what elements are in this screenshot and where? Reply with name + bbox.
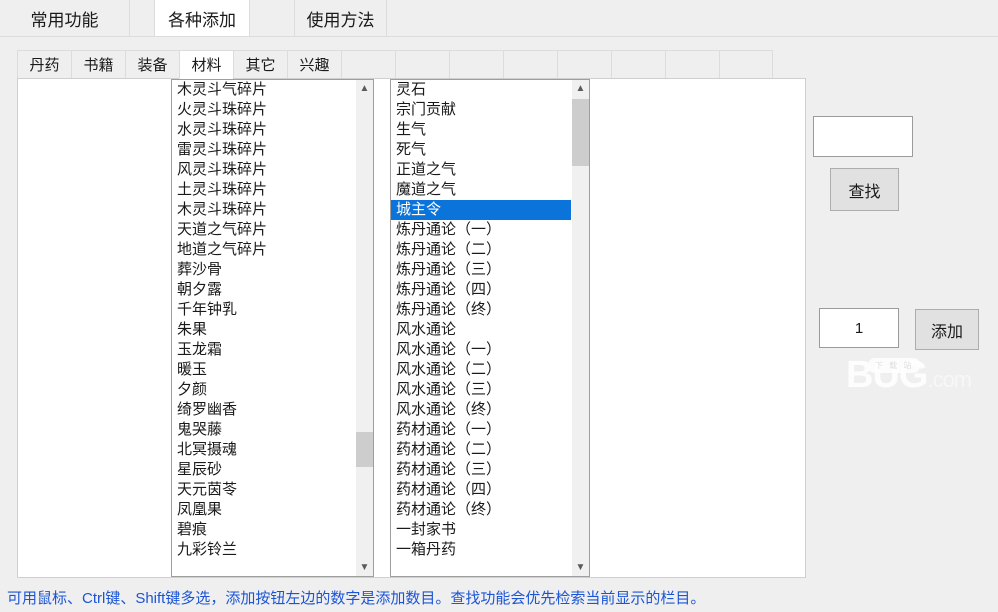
list-item[interactable]: 炼丹通论（四） <box>391 280 571 300</box>
sub-tab-1[interactable]: 书籍 <box>71 50 125 79</box>
sub-tab-spacer-11 <box>611 50 665 79</box>
list-item[interactable]: 一箱丹药 <box>391 540 571 560</box>
list-item[interactable]: 药材通论（终） <box>391 500 571 520</box>
sub-tab-3[interactable]: 材料 <box>179 50 233 79</box>
sub-tab-2[interactable]: 装备 <box>125 50 179 79</box>
sub-tab-spacer-6 <box>341 50 395 79</box>
sub-tab-spacer-8 <box>449 50 503 79</box>
sub-tab-5[interactable]: 兴趣 <box>287 50 341 79</box>
list-item[interactable]: 宗门贡献 <box>391 100 571 120</box>
sub-tab-0[interactable]: 丹药 <box>17 50 71 79</box>
list-item[interactable]: 风水通论（一） <box>391 340 571 360</box>
list-item[interactable]: 星辰砂 <box>172 460 355 480</box>
list-item[interactable]: 灵石 <box>391 80 571 100</box>
material-list-primary-scrollbar[interactable]: ▲ ▼ <box>355 80 373 576</box>
top-tab-0[interactable]: 常用功能 <box>0 0 130 36</box>
list-item[interactable]: 炼丹通论（三） <box>391 260 571 280</box>
list-item[interactable]: 魔道之气 <box>391 180 571 200</box>
watermark-main-text: BUG.com <box>846 355 972 396</box>
status-hint-bar: 可用鼠标、Ctrl键、Shift键多选，添加按钮左边的数字是添加数目。查找功能会… <box>0 582 998 612</box>
top-tab-4[interactable]: 使用方法 <box>295 0 387 36</box>
list-item[interactable]: 一封家书 <box>391 520 571 540</box>
list-item[interactable]: 风水通论（终） <box>391 400 571 420</box>
scrollbar-thumb[interactable] <box>572 99 589 166</box>
list-item[interactable]: 死气 <box>391 140 571 160</box>
material-list-primary[interactable]: 木灵斗气碎片 火灵斗珠碎片 水灵斗珠碎片 雷灵斗珠碎片 风灵斗珠碎片 土灵斗珠碎片 木灵斗珠… <box>171 79 374 577</box>
sub-tab-spacer-7 <box>395 50 449 79</box>
list-item[interactable]: 土灵斗珠碎片 <box>172 180 355 200</box>
list-item[interactable]: 朝夕露 <box>172 280 355 300</box>
list-item[interactable]: 夕颜 <box>172 380 355 400</box>
status-hint-text: 可用鼠标、Ctrl键、Shift键多选，添加按钮左边的数字是添加数目。查找功能会… <box>7 589 706 607</box>
list-item[interactable]: 木灵斗气碎片 <box>172 80 355 100</box>
list-item[interactable]: 炼丹通论（终） <box>391 300 571 320</box>
scroll-down-arrow-icon[interactable]: ▼ <box>356 559 373 576</box>
list-item[interactable]: 天元茵苓 <box>172 480 355 500</box>
list-item[interactable]: 葬沙骨 <box>172 260 355 280</box>
find-button-label: 查找 <box>848 183 881 201</box>
material-list-secondary-scrollbar[interactable]: ▲ ▼ <box>571 80 589 576</box>
empty-right-pane[interactable] <box>590 79 805 577</box>
list-item[interactable]: 城主令 <box>391 200 571 220</box>
list-item[interactable]: 风灵斗珠碎片 <box>172 160 355 180</box>
top-tabbar-filler <box>387 0 998 36</box>
list-item[interactable]: 风水通论（二） <box>391 360 571 380</box>
scroll-up-arrow-icon[interactable]: ▲ <box>572 80 589 97</box>
list-item[interactable]: 水灵斗珠碎片 <box>172 120 355 140</box>
list-item[interactable]: 风水通论（三） <box>391 380 571 400</box>
sub-tab-spacer-13 <box>719 50 773 79</box>
list-item[interactable]: 药材通论（三） <box>391 460 571 480</box>
scrollbar-thumb[interactable] <box>356 432 373 467</box>
list-item[interactable]: 暖玉 <box>172 360 355 380</box>
list-item[interactable]: 炼丹通论（一） <box>391 220 571 240</box>
main-body-area: 丹药 书籍 装备 材料 其它 兴趣 木灵斗气碎片 火灵斗珠碎片 水灵斗珠碎片 雷灵斗珠碎片 风灵斗… <box>0 37 998 582</box>
list-item[interactable]: 凤凰果 <box>172 500 355 520</box>
list-item[interactable]: 药材通论（一） <box>391 420 571 440</box>
list-item[interactable]: 药材通论（四） <box>391 480 571 500</box>
list-item[interactable]: 千年钟乳 <box>172 300 355 320</box>
list-item[interactable]: 风水通论 <box>391 320 571 340</box>
list-item[interactable]: 鬼哭藤 <box>172 420 355 440</box>
list-item[interactable]: 碧痕 <box>172 520 355 540</box>
list-item[interactable]: 雷灵斗珠碎片 <box>172 140 355 160</box>
material-list-secondary-items[interactable]: 灵石 宗门贡献 生气 死气 正道之气 魔道之气 城主令 炼丹通论（一） 炼丹通论（二） 炼丹通论（… <box>391 80 571 576</box>
scroll-up-arrow-icon[interactable]: ▲ <box>356 80 373 97</box>
list-item[interactable]: 药材通论（二） <box>391 440 571 460</box>
top-tab-bar: 常用功能 各种添加 使用方法 <box>0 0 998 36</box>
material-list-secondary[interactable]: 灵石 宗门贡献 生气 死气 正道之气 魔道之气 城主令 炼丹通论（一） 炼丹通论（二） 炼丹通论（… <box>390 79 590 577</box>
list-item[interactable]: 火灵斗珠碎片 <box>172 100 355 120</box>
sub-tab-strip: 丹药 书籍 装备 材料 其它 兴趣 <box>17 50 773 79</box>
scroll-down-arrow-icon[interactable]: ▼ <box>572 559 589 576</box>
list-item[interactable]: 木灵斗珠碎片 <box>172 200 355 220</box>
list-item[interactable]: 北冥摄魂 <box>172 440 355 460</box>
add-button-label: 添加 <box>930 323 963 341</box>
search-input[interactable] <box>813 116 913 157</box>
quantity-input-value: 1 <box>854 319 864 337</box>
list-item[interactable]: 炼丹通论（二） <box>391 240 571 260</box>
top-tab-spacer-3 <box>250 0 295 36</box>
list-item[interactable]: 正道之气 <box>391 160 571 180</box>
list-item[interactable]: 绮罗幽香 <box>172 400 355 420</box>
sub-tab-spacer-12 <box>665 50 719 79</box>
list-item[interactable]: 九彩铃兰 <box>172 540 355 560</box>
sub-tab-spacer-10 <box>557 50 611 79</box>
list-item[interactable]: 生气 <box>391 120 571 140</box>
sub-tab-spacer-9 <box>503 50 557 79</box>
content-panel: 木灵斗气碎片 火灵斗珠碎片 水灵斗珠碎片 雷灵斗珠碎片 风灵斗珠碎片 土灵斗珠碎片 木灵斗珠… <box>17 78 806 578</box>
empty-left-pane[interactable] <box>18 79 171 577</box>
find-button[interactable]: 查找 <box>830 168 899 211</box>
list-item[interactable]: 朱果 <box>172 320 355 340</box>
sub-tab-4[interactable]: 其它 <box>233 50 287 79</box>
top-tab-spacer-1 <box>130 0 155 36</box>
watermark-domain-text: .com <box>927 367 972 392</box>
list-item[interactable]: 天道之气碎片 <box>172 220 355 240</box>
material-list-primary-items[interactable]: 木灵斗气碎片 火灵斗珠碎片 水灵斗珠碎片 雷灵斗珠碎片 风灵斗珠碎片 土灵斗珠碎片 木灵斗珠… <box>172 80 355 576</box>
top-tab-2[interactable]: 各种添加 <box>155 0 250 36</box>
add-button[interactable]: 添加 <box>915 309 979 350</box>
watermark-badge: 下 载 站 <box>868 358 921 373</box>
site-watermark: BUG.com 下 载 站 <box>846 355 998 399</box>
list-item[interactable]: 地道之气碎片 <box>172 240 355 260</box>
list-item[interactable]: 玉龙霜 <box>172 340 355 360</box>
quantity-input[interactable]: 1 <box>819 308 899 348</box>
